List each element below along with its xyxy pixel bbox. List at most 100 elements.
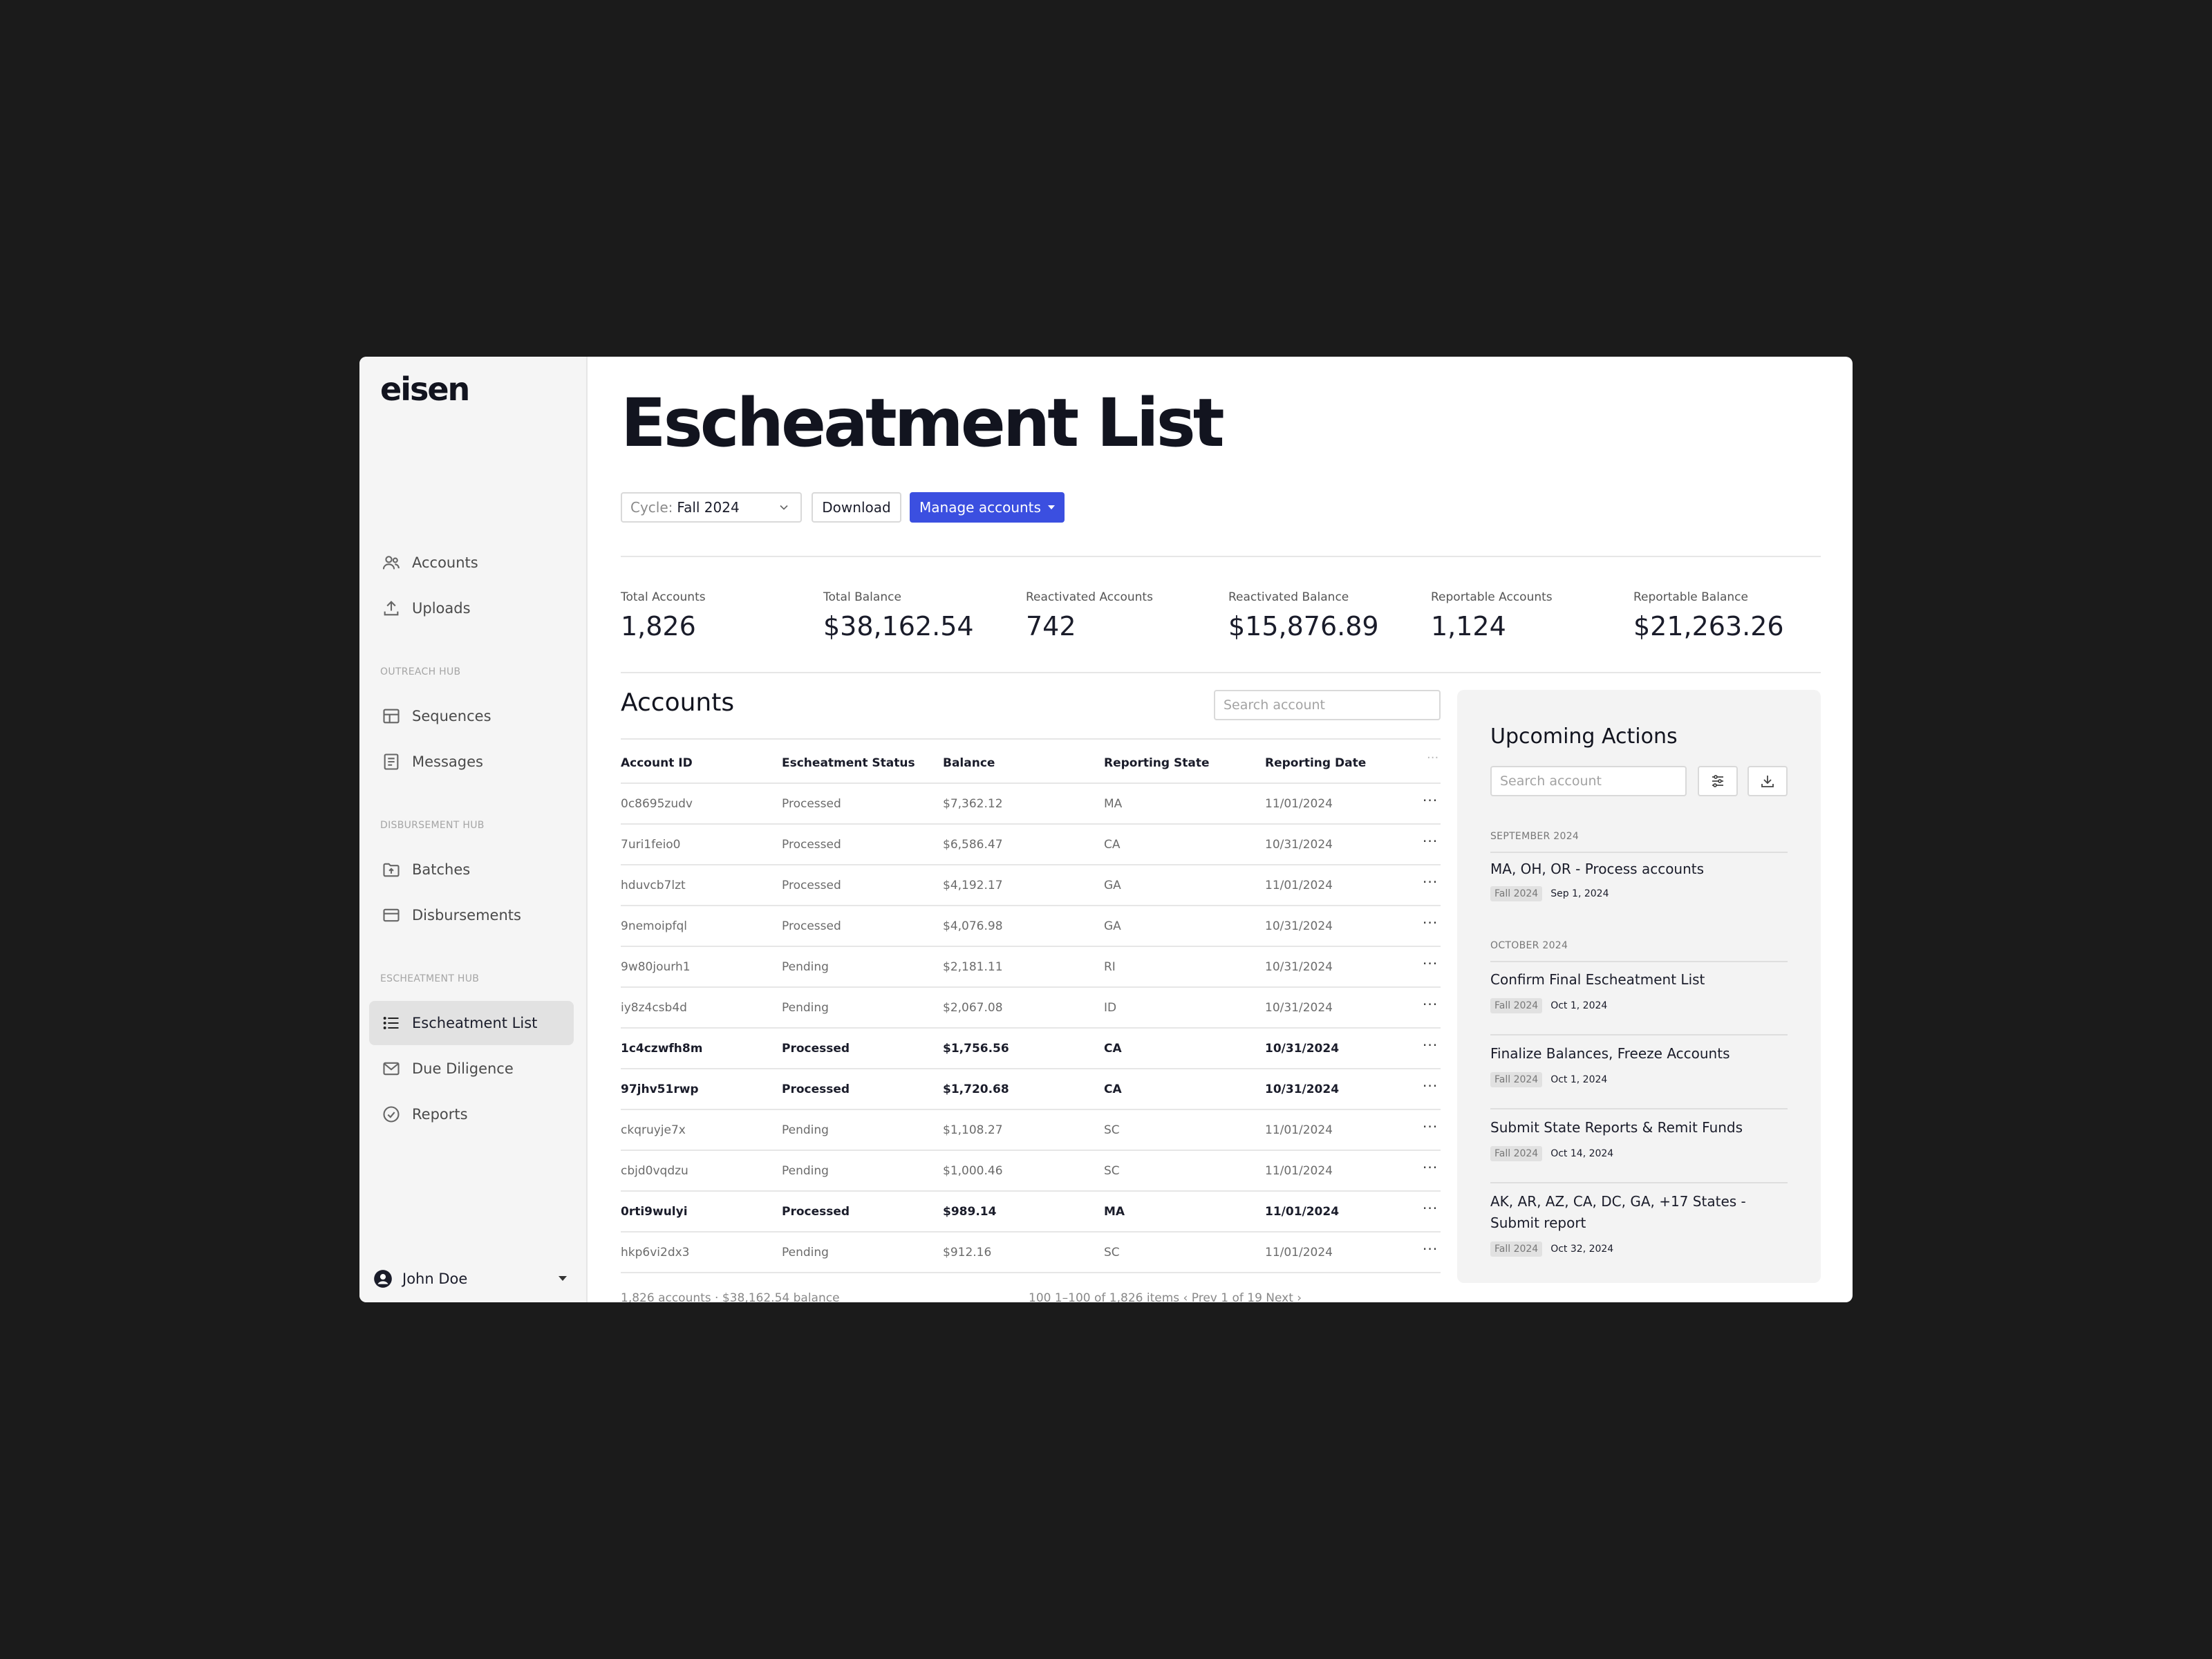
section-label-disbursement: DISBURSEMENT HUB bbox=[380, 820, 485, 831]
column-header-status[interactable]: Escheatment Status bbox=[782, 756, 915, 770]
row-actions-icon[interactable]: ··· bbox=[1423, 874, 1438, 890]
cell-balance: $989.14 bbox=[943, 1205, 997, 1219]
column-header-reporting-state[interactable]: Reporting State bbox=[1104, 756, 1210, 770]
action-title[interactable]: AK, AR, AZ, CA, DC, GA, +17 States - Sub… bbox=[1490, 1191, 1788, 1234]
accounts-table: Account ID Escheatment Status Balance Re… bbox=[621, 738, 1441, 1273]
action-title[interactable]: MA, OH, OR - Process accounts bbox=[1490, 859, 1788, 880]
cell-reporting-date: 10/31/2024 bbox=[1265, 1001, 1333, 1015]
manage-accounts-button[interactable]: Manage accounts bbox=[910, 492, 1065, 523]
cell-balance: $1,108.27 bbox=[943, 1123, 1003, 1137]
sidebar-item-label: Uploads bbox=[412, 600, 471, 617]
download-button[interactable]: Download bbox=[812, 492, 901, 523]
table-row[interactable]: ckqruyje7x Pending $1,108.27 SC 11/01/2024 ··… bbox=[621, 1110, 1441, 1151]
sidebar-item-messages[interactable]: Messages bbox=[369, 740, 574, 784]
row-actions-icon[interactable]: ··· bbox=[1423, 792, 1438, 809]
stat-label: Reportable Accounts bbox=[1431, 590, 1553, 604]
caret-down-icon bbox=[1047, 505, 1055, 509]
sidebar-item-escheatment-list[interactable]: Escheatment List bbox=[369, 1001, 574, 1045]
cell-reporting-date: 10/31/2024 bbox=[1265, 838, 1333, 852]
action-date: Oct 14, 2024 bbox=[1550, 1148, 1614, 1159]
download-icon-button[interactable] bbox=[1747, 766, 1788, 796]
cell-reporting-date: 11/01/2024 bbox=[1265, 1164, 1333, 1178]
column-header-reporting-date[interactable]: Reporting Date bbox=[1265, 756, 1366, 770]
action-title[interactable]: Finalize Balances, Freeze Accounts bbox=[1490, 1043, 1788, 1065]
action-date: Oct 1, 2024 bbox=[1550, 1074, 1608, 1085]
cell-status: Pending bbox=[782, 960, 829, 974]
column-options-icon[interactable]: ··· bbox=[1427, 751, 1438, 765]
row-actions-icon[interactable]: ··· bbox=[1423, 1200, 1438, 1217]
row-actions-icon[interactable]: ··· bbox=[1423, 1118, 1438, 1135]
upcoming-actions-panel: Upcoming Actions Search account SEPTEMBE… bbox=[1457, 690, 1821, 1283]
pagination[interactable]: 100 1–100 of 1,826 items ‹ Prev 1 of 19 … bbox=[1029, 1291, 1302, 1302]
table-row[interactable]: 97jhv51rwp Processed $1,720.68 CA 10/31/2024… bbox=[621, 1069, 1441, 1110]
sidebar-item-due-diligence[interactable]: Due Diligence bbox=[369, 1047, 574, 1091]
stat-value: 742 bbox=[1026, 611, 1076, 641]
table-row[interactable]: 0rti9wulyi Processed $989.14 MA 11/01/2024 ··… bbox=[621, 1192, 1441, 1232]
filter-button[interactable] bbox=[1698, 766, 1738, 796]
stat-reportable-accounts: Reportable Accounts 1,124 bbox=[1431, 590, 1553, 641]
table-footer: 1,826 accounts · $38,162.54 balance 100 … bbox=[621, 1291, 1441, 1302]
cell-account-id: 9w80jourh1 bbox=[621, 960, 691, 974]
cell-status: Processed bbox=[782, 919, 841, 933]
divider bbox=[1490, 852, 1788, 853]
table-row[interactable]: 9w80jourh1 Pending $2,181.11 RI 10/31/2024 ··… bbox=[621, 947, 1441, 988]
cell-status: Pending bbox=[782, 1164, 829, 1178]
cell-account-id: ckqruyje7x bbox=[621, 1123, 686, 1137]
section-label-outreach: OUTREACH HUB bbox=[380, 666, 461, 677]
row-actions-icon[interactable]: ··· bbox=[1423, 833, 1438, 850]
sidebar-item-uploads[interactable]: Uploads bbox=[369, 586, 574, 630]
cell-reporting-state: ID bbox=[1104, 1001, 1117, 1015]
row-actions-icon[interactable]: ··· bbox=[1423, 1241, 1438, 1257]
accounts-title: Accounts bbox=[621, 688, 735, 717]
action-date: Oct 1, 2024 bbox=[1550, 1000, 1608, 1011]
table-row[interactable]: 7uri1feio0 Processed $6,586.47 CA 10/31/2024… bbox=[621, 825, 1441, 865]
table-row[interactable]: hkp6vi2dx3 Pending $912.16 SC 11/01/2024 ··· bbox=[621, 1232, 1441, 1273]
cell-reporting-state: GA bbox=[1104, 919, 1121, 933]
cell-reporting-state: RI bbox=[1104, 960, 1116, 974]
table-row[interactable]: 0c8695zudv Processed $7,362.12 MA 11/01/2024… bbox=[621, 784, 1441, 825]
stat-label: Reactivated Accounts bbox=[1026, 590, 1153, 604]
row-actions-icon[interactable]: ··· bbox=[1423, 915, 1438, 931]
table-row[interactable]: iy8z4csb4d Pending $2,067.08 ID 10/31/2024 ··… bbox=[621, 988, 1441, 1029]
divider bbox=[621, 556, 1821, 557]
cell-balance: $2,181.11 bbox=[943, 960, 1003, 974]
app-logo[interactable]: eisen bbox=[380, 371, 470, 408]
upcoming-actions-title: Upcoming Actions bbox=[1490, 724, 1678, 749]
action-title[interactable]: Submit State Reports & Remit Funds bbox=[1490, 1117, 1788, 1138]
divider bbox=[621, 672, 1821, 673]
sliders-icon bbox=[1712, 775, 1723, 787]
sidebar-item-sequences[interactable]: Sequences bbox=[369, 694, 574, 738]
upcoming-search-input[interactable]: Search account bbox=[1490, 766, 1687, 796]
cell-status: Processed bbox=[782, 797, 841, 811]
cell-reporting-state: CA bbox=[1104, 1042, 1122, 1056]
table-row[interactable]: cbjd0vqdzu Pending $1,000.46 SC 11/01/2024 ··… bbox=[621, 1151, 1441, 1192]
row-actions-icon[interactable]: ··· bbox=[1423, 1159, 1438, 1176]
row-actions-icon[interactable]: ··· bbox=[1423, 1078, 1438, 1094]
cycle-select[interactable]: Cycle: Fall 2024 bbox=[621, 492, 802, 523]
stat-total-accounts: Total Accounts 1,826 bbox=[621, 590, 706, 641]
column-header-balance[interactable]: Balance bbox=[943, 756, 995, 770]
stat-label: Reportable Balance bbox=[1633, 590, 1748, 604]
accounts-search-input[interactable]: Search account bbox=[1214, 690, 1441, 720]
row-actions-icon[interactable]: ··· bbox=[1423, 1037, 1438, 1053]
cycle-badge: Fall 2024 bbox=[1490, 886, 1543, 901]
row-actions-icon[interactable]: ··· bbox=[1423, 955, 1438, 972]
row-actions-icon[interactable]: ··· bbox=[1423, 996, 1438, 1013]
table-row[interactable]: hduvcb7lzt Processed $4,192.17 GA 11/01/2024… bbox=[621, 865, 1441, 906]
sidebar-item-reports[interactable]: Reports bbox=[369, 1092, 574, 1136]
table-row[interactable]: 9nemoipfql Processed $4,076.98 GA 10/31/2024… bbox=[621, 906, 1441, 947]
sidebar-item-accounts[interactable]: Accounts bbox=[369, 541, 574, 585]
table-row[interactable]: 1c4czwfh8m Processed $1,756.56 CA 10/31/2024… bbox=[621, 1029, 1441, 1069]
cell-balance: $7,362.12 bbox=[943, 797, 1003, 811]
stat-value: 1,124 bbox=[1431, 611, 1506, 641]
sidebar-item-disbursements[interactable]: Disbursements bbox=[369, 893, 574, 937]
cell-balance: $1,756.56 bbox=[943, 1042, 1009, 1056]
divider bbox=[1490, 1182, 1788, 1183]
column-header-account-id[interactable]: Account ID bbox=[621, 756, 693, 770]
action-title[interactable]: Confirm Final Escheatment List bbox=[1490, 969, 1788, 991]
user-menu[interactable]: John Doe bbox=[373, 1265, 574, 1293]
divider bbox=[1490, 1108, 1788, 1109]
layout-icon bbox=[383, 709, 400, 724]
sidebar-item-batches[interactable]: Batches bbox=[369, 847, 574, 892]
cell-reporting-state: CA bbox=[1104, 838, 1121, 852]
